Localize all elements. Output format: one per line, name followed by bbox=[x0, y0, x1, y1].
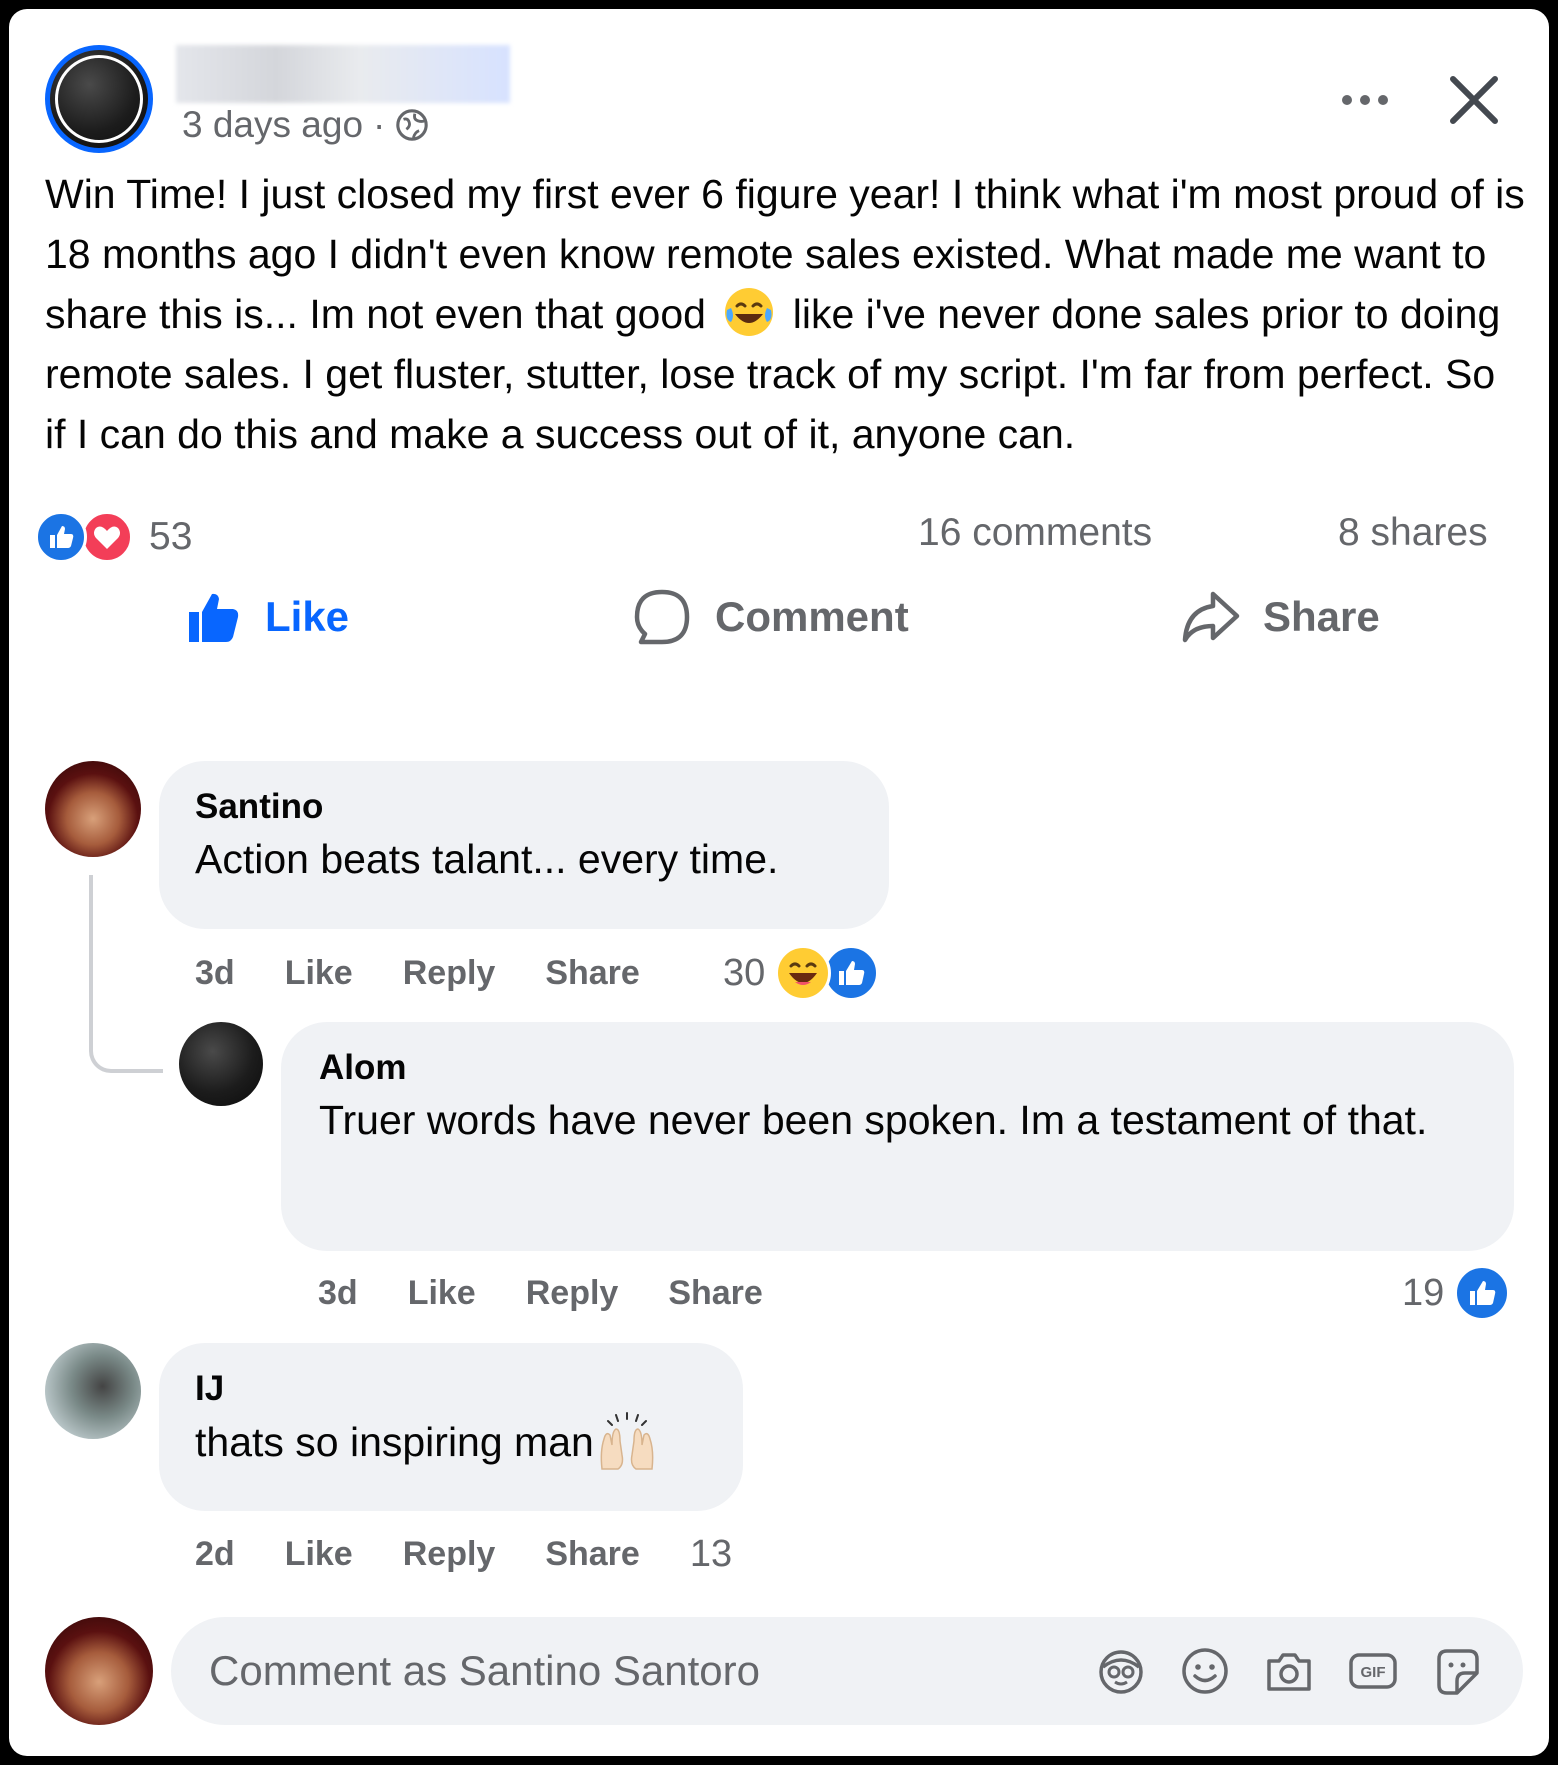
comment-text: Truer words have never been spoken. Im a… bbox=[319, 1097, 1428, 1143]
like-reaction-icon bbox=[823, 945, 880, 1001]
like-label: Like bbox=[265, 593, 350, 640]
comment-author[interactable]: IJ bbox=[195, 1369, 224, 1409]
post-time[interactable]: 3 days ago bbox=[182, 104, 363, 146]
comment-reply-button[interactable]: Reply bbox=[403, 954, 496, 993]
comment-button[interactable]: Comment bbox=[631, 577, 909, 657]
love-reaction-icon bbox=[81, 511, 133, 563]
haha-reaction-icon bbox=[775, 945, 832, 1001]
camera-icon[interactable] bbox=[1263, 1645, 1315, 1697]
composer-icons: GIF bbox=[1095, 1645, 1483, 1697]
comment-like-button[interactable]: Like bbox=[285, 1535, 353, 1574]
author-name-redacted[interactable] bbox=[176, 45, 510, 103]
post-meta: 3 days ago · bbox=[182, 104, 429, 146]
comment-reaction-count[interactable]: 13 bbox=[690, 1533, 732, 1576]
globe-icon bbox=[395, 108, 429, 142]
author-avatar[interactable] bbox=[45, 45, 153, 153]
comment-reply-button[interactable]: Reply bbox=[526, 1274, 619, 1313]
thumbs-up-icon bbox=[185, 588, 243, 646]
comment-composer[interactable]: Comment as Santino Santoro GIF bbox=[171, 1617, 1523, 1725]
comment-reaction-count: 30 bbox=[723, 951, 766, 994]
reply-thread-line bbox=[89, 875, 163, 1073]
comment-like-button[interactable]: Like bbox=[408, 1274, 476, 1313]
comment-reply-button[interactable]: Reply bbox=[403, 1535, 496, 1574]
current-user-avatar[interactable] bbox=[45, 1617, 153, 1725]
commenter-avatar[interactable] bbox=[179, 1022, 263, 1106]
comment-share-button[interactable]: Share bbox=[545, 954, 640, 993]
reply-bubble: Alom Truer words have never been spoken.… bbox=[281, 1022, 1514, 1251]
comment-bubble: IJ thats so inspiring man bbox=[159, 1343, 743, 1511]
svg-text:GIF: GIF bbox=[1361, 1664, 1386, 1681]
laughing-crying-emoji-icon bbox=[723, 286, 775, 338]
comment-author[interactable]: Santino bbox=[195, 787, 323, 827]
comment-time[interactable]: 2d bbox=[195, 1535, 235, 1574]
gif-icon[interactable]: GIF bbox=[1347, 1645, 1399, 1697]
comment-input[interactable]: Comment as Santino Santoro bbox=[209, 1647, 760, 1695]
comment-share-button[interactable]: Share bbox=[545, 1535, 640, 1574]
like-reaction-icon bbox=[1454, 1265, 1511, 1321]
comment-text: Action beats talant... every time. bbox=[195, 836, 779, 882]
post-text: Win Time! I just closed my first ever 6 … bbox=[45, 164, 1525, 464]
close-icon[interactable] bbox=[1443, 69, 1505, 131]
comment-actions: 2d Like Reply Share 13 bbox=[195, 1533, 732, 1576]
comment-reactions[interactable]: 19 bbox=[1402, 1265, 1511, 1321]
comment-time[interactable]: 3d bbox=[318, 1274, 358, 1313]
meta-separator: · bbox=[373, 104, 386, 145]
comment-share-button[interactable]: Share bbox=[668, 1274, 763, 1313]
share-arrow-icon bbox=[1179, 586, 1241, 648]
comment-actions: 3d Like Reply Share bbox=[318, 1274, 763, 1313]
commenter-avatar[interactable] bbox=[45, 1343, 141, 1439]
comment-actions: 3d Like Reply Share bbox=[195, 954, 640, 993]
comment-label: Comment bbox=[715, 593, 909, 640]
comment-reactions[interactable]: 30 bbox=[723, 945, 880, 1001]
comment-author[interactable]: Alom bbox=[319, 1048, 407, 1088]
share-button[interactable]: Share bbox=[1179, 577, 1380, 657]
share-label: Share bbox=[1263, 593, 1380, 640]
like-button[interactable]: Like bbox=[185, 577, 349, 657]
reaction-summary[interactable]: 53 bbox=[35, 511, 192, 563]
comment-time[interactable]: 3d bbox=[195, 954, 235, 993]
sticker-icon[interactable] bbox=[1431, 1645, 1483, 1697]
shares-count[interactable]: 8 shares bbox=[1338, 511, 1488, 555]
comment-bubble: Santino Action beats talant... every tim… bbox=[159, 761, 889, 929]
reaction-count: 53 bbox=[149, 515, 193, 558]
comment-reaction-count: 19 bbox=[1402, 1271, 1445, 1314]
more-dots-icon[interactable] bbox=[1337, 85, 1393, 115]
avatar-sticker-icon[interactable] bbox=[1095, 1645, 1147, 1697]
emoji-icon[interactable] bbox=[1179, 1645, 1231, 1697]
commenter-avatar[interactable] bbox=[45, 761, 141, 857]
comment-text: thats so inspiring man bbox=[195, 1419, 594, 1465]
comments-count[interactable]: 16 comments bbox=[918, 511, 1152, 555]
post-dialog: 3 days ago · Win Time! I just closed my … bbox=[9, 9, 1549, 1756]
comment-bubble-icon bbox=[631, 586, 693, 648]
like-reaction-icon bbox=[35, 511, 87, 563]
comment-like-button[interactable]: Like bbox=[285, 954, 353, 993]
raising-hands-emoji-icon bbox=[596, 1411, 658, 1473]
